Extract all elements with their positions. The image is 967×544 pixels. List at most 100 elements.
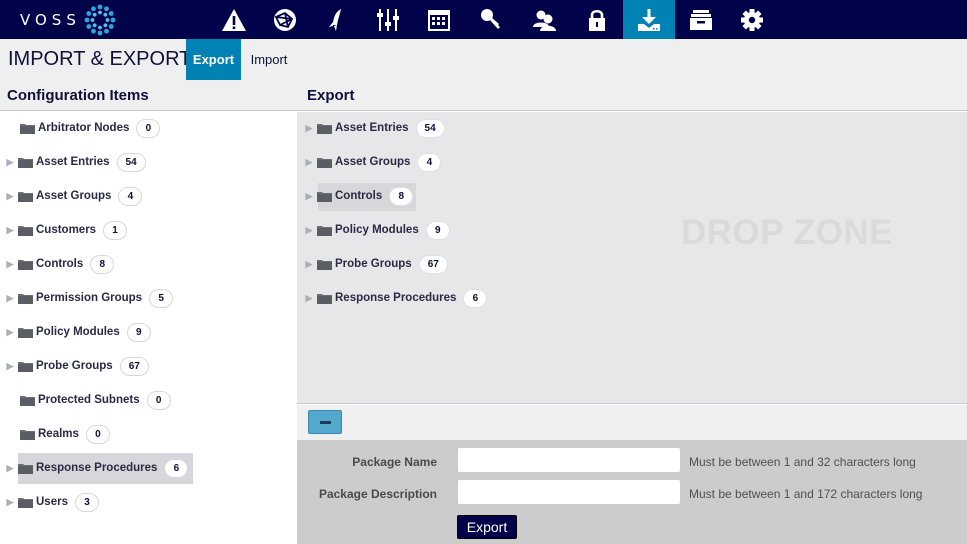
nav-controls-button[interactable] — [362, 0, 414, 39]
tree-item[interactable]: ▶ Policy Modules 9 — [4, 321, 151, 343]
nav-deploy-button[interactable] — [310, 0, 362, 39]
expand-arrow-icon[interactable]: ▶ — [303, 157, 315, 168]
tree-item-label: Arbitrator Nodes — [38, 122, 130, 134]
expand-arrow-icon[interactable]: ▶ — [303, 225, 315, 236]
nav-alert-button[interactable] — [208, 0, 260, 39]
archive-icon — [690, 9, 712, 30]
package-description-input[interactable] — [458, 480, 680, 504]
folder-icon — [18, 327, 33, 338]
folder-icon — [18, 463, 33, 474]
tree-item[interactable]: ▶ Users 3 — [4, 491, 99, 513]
tree-item-label: Policy Modules — [36, 326, 120, 338]
tab-export[interactable]: Export — [186, 39, 241, 80]
expand-arrow-icon[interactable]: ▶ — [4, 497, 16, 508]
folder-icon — [317, 225, 332, 236]
nav-users-button[interactable] — [518, 0, 570, 39]
minus-icon — [319, 420, 331, 424]
tree-item[interactable]: ▶ Controls 8 — [4, 253, 115, 275]
tree-item[interactable]: ▶ Controls 8 — [303, 183, 417, 211]
expand-arrow-icon[interactable]: ▶ — [4, 293, 16, 304]
export-panel: Export DROP ZONE ▶ Asset Entries 54 ▶ Asset … — [297, 80, 967, 544]
tree-item[interactable]: ▶Realms0 — [6, 423, 110, 445]
voss-logo[interactable]: VOSS — [20, 0, 117, 39]
sliders-icon — [377, 8, 399, 31]
count-badge: 4 — [118, 186, 143, 206]
tree-item-label: Controls — [36, 258, 84, 270]
package-description-label: Package Description — [318, 487, 437, 501]
export-form: Package Name Must be between 1 and 32 ch… — [297, 440, 967, 544]
expand-arrow-icon[interactable]: ▶ — [4, 361, 16, 372]
nav-archive-button[interactable] — [675, 0, 727, 39]
export-button[interactable]: Export — [457, 515, 517, 539]
tree-item[interactable]: ▶ Response Procedures 6 — [4, 453, 194, 484]
key-icon — [481, 8, 500, 29]
count-badge: 0 — [146, 390, 171, 410]
tree-item[interactable]: ▶Protected Subnets0 — [6, 389, 171, 411]
logo-mark-icon — [84, 4, 116, 35]
expand-arrow-icon[interactable]: ▶ — [4, 157, 16, 168]
tree-item-label: Protected Subnets — [38, 394, 140, 406]
count-badge: 1 — [103, 220, 128, 240]
nav-keys-button[interactable] — [465, 0, 517, 39]
count-badge: 6 — [463, 288, 488, 308]
count-badge: 54 — [415, 118, 445, 138]
tree-item[interactable]: ▶ Asset Groups 4 — [303, 151, 442, 173]
folder-icon — [18, 361, 33, 372]
tree-item[interactable]: ▶Arbitrator Nodes0 — [6, 117, 161, 139]
tree-item[interactable]: ▶ Asset Entries 54 — [303, 117, 445, 139]
folder-icon — [317, 191, 332, 202]
expand-arrow-icon[interactable]: ▶ — [4, 225, 16, 236]
expand-arrow-icon[interactable]: ▶ — [303, 259, 315, 270]
tree-item[interactable]: ▶ Permission Groups 5 — [4, 287, 174, 309]
folder-icon — [20, 395, 35, 406]
rocket-icon — [329, 8, 341, 31]
nav-settings-button[interactable] — [726, 0, 778, 39]
drop-zone-label: DROP ZONE — [681, 213, 893, 252]
nav-import-export-button[interactable] — [623, 0, 675, 39]
folder-icon — [317, 259, 332, 270]
tree-item-label: Asset Entries — [36, 156, 110, 168]
expand-arrow-icon[interactable]: ▶ — [303, 191, 315, 202]
expand-arrow-icon[interactable]: ▶ — [4, 327, 16, 338]
folder-icon — [18, 259, 33, 270]
count-badge: 67 — [119, 356, 149, 376]
nav-security-button[interactable] — [571, 0, 623, 39]
drop-zone[interactable]: DROP ZONE ▶ Asset Entries 54 ▶ Asset Groups 4… — [297, 112, 967, 404]
tab-import[interactable]: Import — [243, 39, 295, 80]
tree-item[interactable]: ▶ Probe Groups 67 — [4, 355, 149, 377]
expand-arrow-icon[interactable]: ▶ — [303, 123, 315, 134]
expand-arrow-icon[interactable]: ▶ — [303, 293, 315, 304]
package-description-hint: Must be between 1 and 172 characters lon… — [689, 487, 923, 501]
tree-item-label: Permission Groups — [36, 292, 143, 304]
tree-item-label: Asset Groups — [335, 156, 411, 168]
export-header: Export — [297, 80, 967, 111]
tree-item-label: Probe Groups — [36, 360, 113, 372]
top-nav-bar: VOSS — [0, 0, 967, 39]
count-badge: 9 — [126, 322, 151, 342]
alert-icon — [222, 8, 246, 31]
download-icon — [638, 8, 660, 31]
expand-arrow-icon[interactable]: ▶ — [4, 259, 16, 270]
expand-arrow-icon[interactable]: ▶ — [4, 191, 16, 202]
remove-item-button[interactable] — [308, 410, 342, 434]
count-badge: 4 — [417, 152, 442, 172]
folder-icon — [18, 157, 33, 168]
tree-item[interactable]: ▶ Probe Groups 67 — [303, 253, 448, 275]
folder-icon — [20, 123, 35, 134]
nav-schedule-button[interactable] — [413, 0, 465, 39]
package-name-input[interactable] — [458, 448, 680, 472]
globe-network-icon — [274, 8, 296, 31]
tree-item[interactable]: ▶ Response Procedures 6 — [303, 287, 488, 309]
gear-icon — [741, 8, 763, 31]
configuration-items-header: Configuration Items — [0, 80, 297, 111]
nav-network-button[interactable] — [259, 0, 311, 39]
tree-item[interactable]: ▶ Asset Groups 4 — [4, 185, 143, 207]
tree-item[interactable]: ▶ Customers 1 — [4, 219, 128, 241]
tree-item-label: Users — [36, 496, 68, 508]
expand-arrow-icon[interactable]: ▶ — [4, 463, 16, 474]
tree-item-label: Realms — [38, 428, 79, 440]
tree-item[interactable]: ▶ Policy Modules 9 — [303, 219, 450, 241]
tree-item[interactable]: ▶ Asset Entries 54 — [4, 151, 146, 173]
count-badge: 67 — [418, 254, 448, 274]
folder-icon — [18, 191, 33, 202]
